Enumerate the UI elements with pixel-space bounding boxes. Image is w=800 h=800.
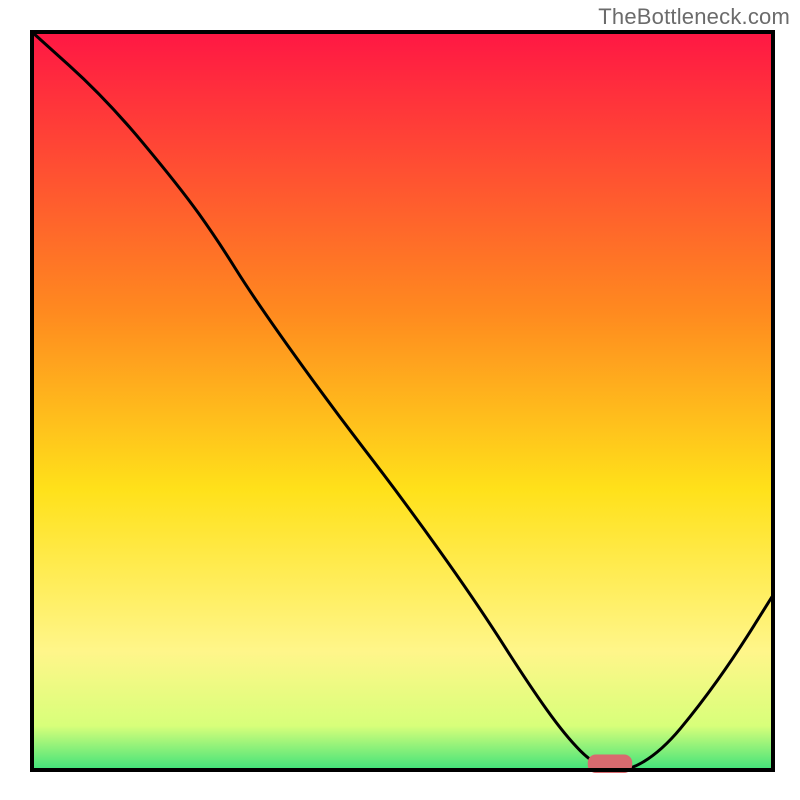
bottleneck-chart: [30, 30, 775, 775]
chart-container: TheBottleneck.com: [0, 0, 800, 800]
watermark-text: TheBottleneck.com: [598, 4, 790, 30]
